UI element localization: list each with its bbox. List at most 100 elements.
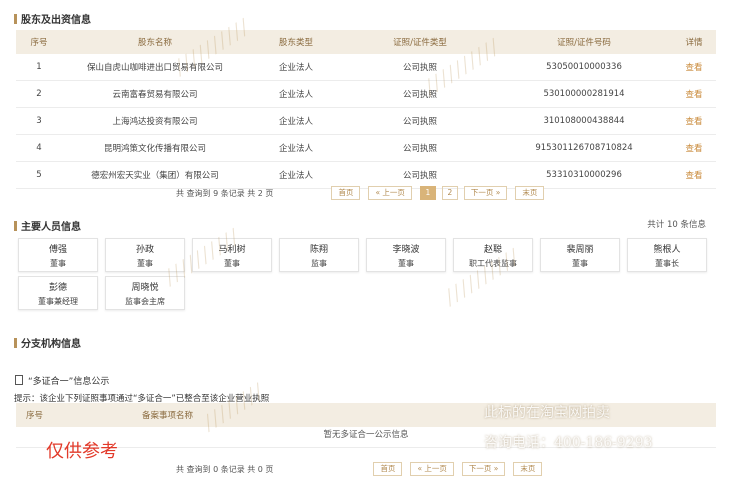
person-role: 董事 (137, 259, 153, 268)
col-header-no: 序号 (16, 30, 62, 54)
cell-number: 310108000438844 (496, 107, 672, 135)
shareholders-table: 序号 股东名称 股东类型 证照/证件类型 证照/证件号码 详情 1 保山自虎山咖… (16, 30, 716, 189)
person-card: 熊根人 董事长 (627, 238, 707, 272)
person-name: 陈翔 (309, 245, 328, 255)
shareholders-pagination: 共 查询到 9 条记录 共 2 页 首页 « 上一页 1 2 下一页 » 末页 (176, 186, 552, 200)
cell-name: 德宏州宏天实业（集团）有限公司 (62, 161, 248, 189)
cell-no: 5 (16, 161, 62, 189)
cell-cert: 公司执照 (344, 107, 496, 135)
shareholders-section-title: 股东及出资信息 (14, 11, 91, 26)
first-page-button[interactable]: 首页 (331, 186, 361, 200)
person-card: 李晓波 董事 (366, 238, 446, 272)
section-marker (14, 337, 17, 348)
table-row: 4 昆明鸿策文化传播有限公司 企业法人 公司执照 915301126708710… (16, 134, 716, 162)
col-header-detail: 详情 (672, 30, 716, 54)
cell-type: 企业法人 (248, 161, 344, 189)
person-card: 周晓悦 监事会主席 (105, 276, 185, 310)
cell-cert: 公司执照 (344, 161, 496, 189)
page-1-button[interactable]: 1 (419, 186, 436, 200)
view-detail-link[interactable]: 查看 (672, 161, 716, 189)
multi-cert-pagination: 共 查询到 0 条记录 共 0 页 首页 « 上一页 下一页 » 末页 (176, 462, 550, 476)
col-header-type: 股东类型 (248, 30, 344, 54)
reference-only-stamp: 仅供参考 (46, 441, 118, 462)
table-row: 1 保山自虎山咖啡进出口贸易有限公司 企业法人 公司执照 53050010000… (16, 54, 716, 81)
shareholders-title-text: 股东及出资信息 (21, 15, 91, 26)
section-marker (14, 220, 17, 231)
cell-type: 企业法人 (248, 134, 344, 162)
view-detail-link[interactable]: 查看 (672, 107, 716, 135)
person-card: 裴周丽 董事 (540, 238, 620, 272)
cell-no: 4 (16, 134, 62, 162)
branches-title-text: 分支机构信息 (21, 339, 81, 350)
person-card: 孙政 董事 (105, 238, 185, 272)
cell-number: 530100000281914 (496, 80, 672, 108)
branches-section-title: 分支机构信息 (14, 335, 81, 350)
pagination-info: 共 查询到 0 条记录 共 0 页 (176, 464, 274, 474)
next-page-button[interactable]: 下一页 » (461, 462, 506, 476)
person-role: 董事 (398, 259, 414, 268)
table-row: 3 上海鸿达投资有限公司 企业法人 公司执照 310108000438844 查… (16, 107, 716, 135)
prev-page-button[interactable]: « 上一页 (410, 462, 454, 476)
table-row: 2 云南富春贸易有限公司 企业法人 公司执照 530100000281914 查… (16, 80, 716, 108)
cell-name: 上海鸿达投资有限公司 (62, 107, 248, 135)
cell-name: 昆明鸿策文化传播有限公司 (62, 134, 248, 162)
col-header-number: 证照/证件号码 (496, 30, 672, 54)
cell-type: 企业法人 (248, 54, 344, 81)
view-detail-link[interactable]: 查看 (672, 134, 716, 162)
consult-phone: 咨询电话：400-186-9293 (484, 435, 653, 451)
cell-no: 2 (16, 80, 62, 108)
person-role: 职工代表监事 (469, 259, 517, 268)
person-card: 傅强 董事 (18, 238, 98, 272)
person-role: 监事会主席 (125, 297, 165, 306)
multi-cert-section-title: “多证合一”信息公示 (28, 374, 109, 387)
table-row: 5 德宏州宏天实业（集团）有限公司 企业法人 公司执照 533103100002… (16, 161, 716, 189)
person-name: 熊根人 (653, 245, 681, 255)
personnel-section-title: 主要人员信息 (14, 218, 81, 233)
page-2-button[interactable]: 2 (441, 186, 458, 200)
multi-cert-title-text: “多证合一”信息公示 (28, 377, 110, 387)
person-name: 李晓波 (392, 245, 420, 255)
first-page-button[interactable]: 首页 (373, 462, 403, 476)
last-page-button[interactable]: 末页 (513, 462, 543, 476)
person-name: 裴周丽 (566, 245, 594, 255)
col-header-name: 股东名称 (62, 30, 248, 54)
person-card: 赵聪 职工代表监事 (453, 238, 533, 272)
person-card: 马利树 董事 (192, 238, 272, 272)
person-name: 彭德 (48, 283, 67, 293)
cell-number: 53050010000336 (496, 54, 672, 81)
col-header-cert: 证照/证件类型 (344, 30, 496, 54)
cell-name: 云南富春贸易有限公司 (62, 80, 248, 108)
cell-name: 保山自虎山咖啡进出口贸易有限公司 (62, 54, 248, 81)
person-role: 董事 (224, 259, 240, 268)
cell-cert: 公司执照 (344, 134, 496, 162)
person-card: 彭德 董事兼经理 (18, 276, 98, 310)
prev-page-button[interactable]: « 上一页 (368, 186, 412, 200)
person-name: 赵聪 (483, 245, 502, 255)
person-role: 董事长 (655, 259, 679, 268)
auction-notice: 此标的在淘宝网拍卖 (484, 405, 610, 421)
cell-type: 企业法人 (248, 80, 344, 108)
person-name: 傅强 (48, 245, 67, 255)
person-role: 监事 (311, 259, 327, 268)
cell-type: 企业法人 (248, 107, 344, 135)
cell-cert: 公司执照 (344, 80, 496, 108)
cell-number: 53310310000296 (496, 161, 672, 189)
personnel-title-text: 主要人员信息 (21, 222, 81, 233)
next-page-button[interactable]: 下一页 » (463, 186, 508, 200)
cell-number: 915301126708710824 (496, 134, 672, 162)
person-card: 陈翔 监事 (279, 238, 359, 272)
pagination-info: 共 查询到 9 条记录 共 2 页 (176, 188, 274, 198)
view-detail-link[interactable]: 查看 (672, 54, 716, 81)
person-name: 周晓悦 (131, 283, 159, 293)
last-page-button[interactable]: 末页 (515, 186, 545, 200)
cell-cert: 公司执照 (344, 54, 496, 81)
document-icon (15, 375, 23, 385)
cell-no: 3 (16, 107, 62, 135)
section-marker (14, 13, 17, 24)
person-role: 董事 (50, 259, 66, 268)
person-role: 董事 (572, 259, 588, 268)
person-name: 马利树 (218, 245, 246, 255)
cell-no: 1 (16, 54, 62, 81)
person-role: 董事兼经理 (38, 297, 78, 306)
view-detail-link[interactable]: 查看 (672, 80, 716, 108)
